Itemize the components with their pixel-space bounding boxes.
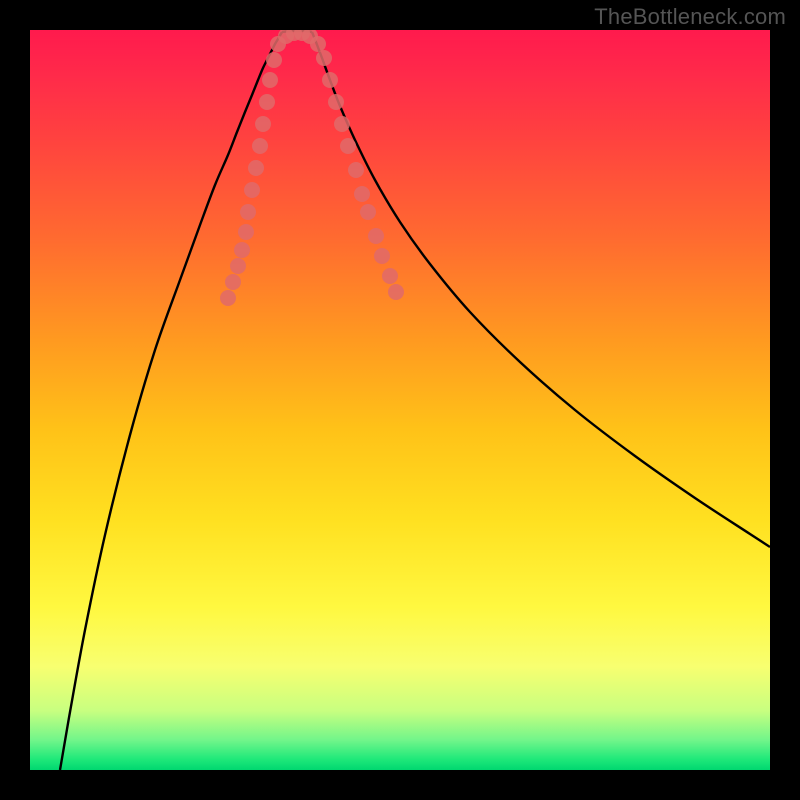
marker-dot-left-2 xyxy=(230,258,246,274)
marker-dot-bottom-5 xyxy=(310,36,326,52)
marker-dot-right-1 xyxy=(328,94,344,110)
marker-dot-right-3 xyxy=(340,138,356,154)
marker-dot-bottom-6 xyxy=(316,50,332,66)
attribution-text: TheBottleneck.com xyxy=(594,4,786,30)
marker-dot-right-7 xyxy=(368,228,384,244)
marker-dot-left-0 xyxy=(220,290,236,306)
marker-dot-left-7 xyxy=(248,160,264,176)
marker-layer xyxy=(220,30,404,306)
chart-svg xyxy=(30,30,770,770)
marker-dot-left-11 xyxy=(262,72,278,88)
right-curve xyxy=(312,32,770,547)
marker-dot-right-10 xyxy=(388,284,404,300)
chart-frame: TheBottleneck.com xyxy=(0,0,800,800)
left-curve xyxy=(60,32,282,770)
marker-dot-right-4 xyxy=(348,162,364,178)
marker-dot-left-9 xyxy=(255,116,271,132)
marker-dot-left-3 xyxy=(234,242,250,258)
marker-dot-right-2 xyxy=(334,116,350,132)
curve-layer xyxy=(60,31,770,770)
marker-dot-right-6 xyxy=(360,204,376,220)
marker-dot-left-5 xyxy=(240,204,256,220)
marker-dot-left-1 xyxy=(225,274,241,290)
marker-dot-left-12 xyxy=(266,52,282,68)
marker-dot-left-8 xyxy=(252,138,268,154)
marker-dot-left-6 xyxy=(244,182,260,198)
marker-dot-right-0 xyxy=(322,72,338,88)
marker-dot-right-5 xyxy=(354,186,370,202)
plot-area xyxy=(30,30,770,770)
marker-dot-left-10 xyxy=(259,94,275,110)
marker-dot-right-8 xyxy=(374,248,390,264)
marker-dot-right-9 xyxy=(382,268,398,284)
marker-dot-left-4 xyxy=(238,224,254,240)
